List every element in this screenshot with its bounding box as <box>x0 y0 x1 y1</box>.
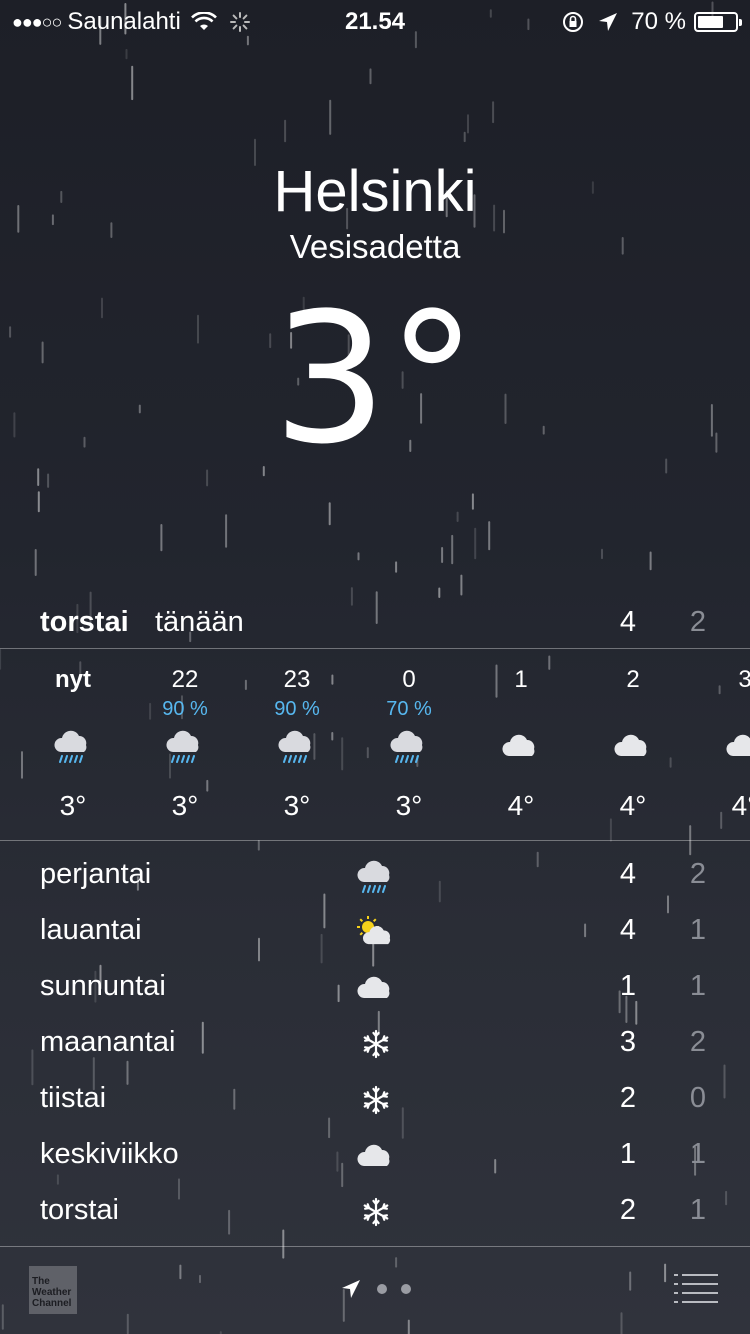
rain-cloud-icon <box>163 726 207 770</box>
daily-row: perjantai 4 2 <box>0 848 750 904</box>
city-list-icon[interactable] <box>674 1272 718 1304</box>
today-weekday: torstai <box>40 606 129 638</box>
high-temperature: 3 <box>619 1026 637 1058</box>
divider <box>0 840 750 841</box>
today-high: 4 <box>619 606 637 638</box>
daily-row: lauantai 4 1 <box>0 904 750 960</box>
low-temperature: 2 <box>689 1026 707 1058</box>
cloud-icon <box>354 968 398 1008</box>
rotation-lock-icon <box>563 12 584 32</box>
rain-cloud-icon <box>387 726 431 770</box>
low-temperature: 1 <box>689 970 707 1002</box>
rain-cloud-icon <box>275 726 319 770</box>
low-temperature: 1 <box>689 914 707 946</box>
high-temperature: 1 <box>619 970 637 1002</box>
high-temperature: 1 <box>619 1138 637 1170</box>
high-temperature: 4 <box>619 858 637 890</box>
hourly-forecast[interactable]: nyt 3° 22 90 % 3° 23 90 % 3° 0 70 % 3° 1 4° 2 4° 3 4° <box>0 650 750 840</box>
sun-cloud-icon <box>354 912 398 952</box>
logo-text: Weather <box>32 1287 72 1298</box>
snowflake-icon <box>354 1080 398 1120</box>
hour-temperature: 4° <box>507 790 535 821</box>
page-dot[interactable] <box>377 1284 387 1294</box>
daily-row: torstai 2 1 <box>0 1184 750 1240</box>
city-name: Helsinki <box>273 159 477 224</box>
hour-label: 2 <box>626 666 640 693</box>
precipitation-chance: 90 % <box>162 698 208 720</box>
low-temperature: 0 <box>689 1082 707 1114</box>
hour-label: 3 <box>738 666 750 693</box>
hour-temperature: 3° <box>59 790 87 821</box>
battery-percentage: 70 % <box>631 8 686 35</box>
page-indicator[interactable] <box>340 1276 420 1300</box>
daily-row: sunnuntai 1 1 <box>0 960 750 1016</box>
snowflake-icon <box>354 1192 398 1232</box>
current-temperature: 3° <box>0 290 750 470</box>
high-temperature: 2 <box>619 1082 637 1114</box>
divider <box>0 1246 750 1247</box>
cloud-icon <box>611 726 655 770</box>
weekday-name: keskiviikko <box>40 1138 179 1170</box>
location-page-icon <box>342 1280 360 1298</box>
weekday-name: sunnuntai <box>40 970 166 1002</box>
weather-condition: Vesisadetta <box>289 228 461 265</box>
weekday-name: lauantai <box>40 914 142 946</box>
daily-row: tiistai 2 0 <box>0 1072 750 1128</box>
degree-symbol: ° <box>387 275 478 484</box>
high-temperature: 2 <box>619 1194 637 1226</box>
divider <box>0 648 750 649</box>
logo-text: Channel <box>32 1298 72 1309</box>
cloud-icon <box>499 726 543 770</box>
cloud-icon <box>723 726 750 770</box>
today-row: torstai tänään 4 2 <box>0 600 750 644</box>
hour-label: 0 <box>402 666 416 693</box>
daily-row: maanantai 3 2 <box>0 1016 750 1072</box>
today-label: tänään <box>155 606 244 638</box>
weekday-name: torstai <box>40 1194 119 1226</box>
weekday-name: perjantai <box>40 858 152 890</box>
weekday-name: tiistai <box>40 1082 107 1114</box>
daily-row: keskiviikko 1 1 <box>0 1128 750 1184</box>
hour-label: 1 <box>514 666 528 693</box>
precipitation-chance: 70 % <box>386 698 432 720</box>
hour-label: 22 <box>171 666 199 693</box>
status-bar: ●●●○○ Saunalahti 21.54 70 % <box>0 0 750 40</box>
location-arrow-icon <box>599 13 618 31</box>
today-low: 2 <box>689 606 707 638</box>
hour-temperature: 3° <box>395 790 423 821</box>
cloud-icon <box>354 1136 398 1176</box>
weather-channel-logo[interactable]: The Weather Channel <box>29 1266 77 1314</box>
low-temperature: 1 <box>689 1138 707 1170</box>
snowflake-icon <box>354 1024 398 1064</box>
rain-cloud-icon <box>354 856 398 896</box>
logo-text: The <box>32 1276 50 1287</box>
high-temperature: 4 <box>619 914 637 946</box>
hour-temperature: 3° <box>171 790 199 821</box>
battery-icon <box>694 12 742 32</box>
hour-temperature: 4° <box>731 790 750 821</box>
hour-temperature: 3° <box>283 790 311 821</box>
rain-cloud-icon <box>51 726 95 770</box>
hour-temperature: 4° <box>619 790 647 821</box>
low-temperature: 2 <box>689 858 707 890</box>
low-temperature: 1 <box>689 1194 707 1226</box>
hour-label: nyt <box>55 666 91 693</box>
weekday-name: maanantai <box>40 1026 176 1058</box>
current-temperature-value: 3 <box>272 275 388 484</box>
precipitation-chance: 90 % <box>274 698 320 720</box>
hour-label: 23 <box>283 666 311 693</box>
page-dot[interactable] <box>401 1284 411 1294</box>
